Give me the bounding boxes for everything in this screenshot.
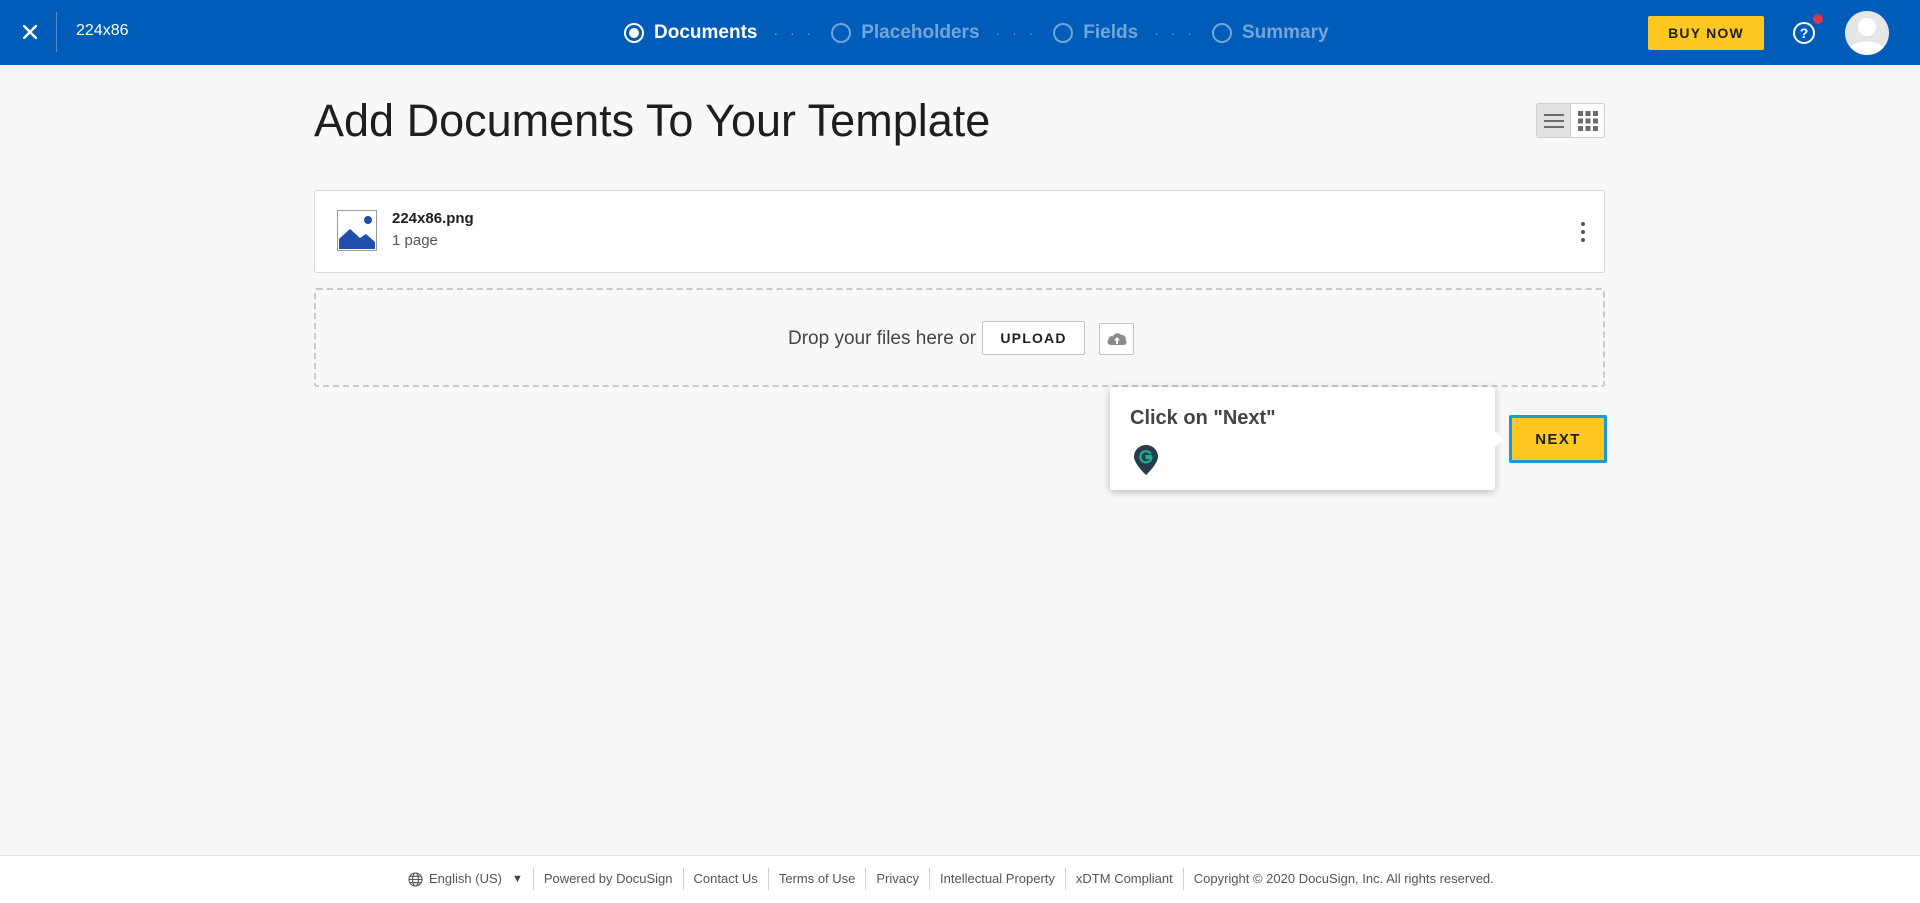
guide-pin-icon [1134,445,1158,475]
step-separator: · · · [773,24,816,41]
footer-link-terms[interactable]: Terms of Use [767,868,866,890]
cloud-upload-icon [1106,333,1127,345]
guide-tooltip: Click on "Next" [1110,387,1503,490]
step-radio-icon [1211,22,1232,43]
language-selector[interactable]: English (US) ▼ [408,868,533,890]
footer-link-powered-by[interactable]: Powered by DocuSign [532,868,683,890]
document-page-count: 1 page [392,232,438,249]
document-card[interactable]: 224x86.png 1 page [314,190,1605,273]
caret-down-icon: ▼ [511,873,523,885]
footer-link-contact[interactable]: Contact Us [682,868,768,890]
step-label: Placeholders [861,21,980,43]
footer-links: English (US) ▼ Powered by DocuSign Conta… [408,868,1504,890]
copyright-text: Copyright © 2020 DocuSign, Inc. All righ… [1182,868,1504,890]
grid-view-icon [1577,110,1598,131]
image-file-icon [337,210,377,251]
footer: English (US) ▼ Powered by DocuSign Conta… [0,855,1920,903]
user-avatar-icon [1845,11,1889,55]
step-placeholders[interactable]: Placeholders [831,21,980,44]
step-separator: · · · [995,24,1038,41]
document-title: 224x86 [76,22,129,39]
close-icon [23,25,37,39]
page-title: Add Documents To Your Template [314,95,991,146]
dropzone-text: Drop your files here or [788,328,976,349]
step-label: Documents [654,21,758,43]
step-separator: · · · [1154,24,1196,41]
header-divider [56,12,57,52]
footer-link-xdtm[interactable]: xDTM Compliant [1064,868,1183,890]
grid-view-button[interactable] [1570,104,1604,137]
view-toggle [1536,103,1605,138]
step-radio-icon [1053,22,1074,43]
globe-icon [408,871,423,887]
step-radio-icon [624,22,644,43]
document-more-menu-icon[interactable] [1578,219,1588,245]
file-dropzone[interactable]: Drop your files here or UPLOAD [314,288,1605,387]
step-fields[interactable]: Fields [1053,22,1138,44]
step-label: Fields [1083,21,1139,43]
buy-now-button[interactable]: BUY NOW [1648,16,1764,50]
step-navigation: Documents · · · Placeholders · · · Field… [624,0,1329,65]
next-button[interactable]: NEXT [1509,415,1607,463]
list-view-button[interactable] [1537,104,1570,137]
top-bar: 224x86 Documents · · · Placeholders · · … [0,0,1920,65]
help-icon[interactable]: ? [1793,22,1815,44]
upload-button[interactable]: UPLOAD [982,321,1085,355]
step-label: Summary [1241,21,1329,43]
close-button[interactable] [16,18,44,46]
footer-link-intellectual-property[interactable]: Intellectual Property [929,868,1065,890]
cloud-upload-button[interactable] [1099,323,1134,355]
document-name: 224x86.png [392,210,474,227]
step-radio-icon [831,22,852,43]
avatar[interactable] [1845,11,1889,55]
notification-badge [1813,14,1823,24]
tooltip-text: Click on "Next" [1130,407,1276,429]
footer-link-privacy[interactable]: Privacy [865,868,929,890]
language-label: English (US) [429,871,502,886]
list-view-icon [1543,113,1564,128]
step-summary[interactable]: Summary [1211,21,1329,44]
step-documents[interactable]: Documents [624,22,757,44]
